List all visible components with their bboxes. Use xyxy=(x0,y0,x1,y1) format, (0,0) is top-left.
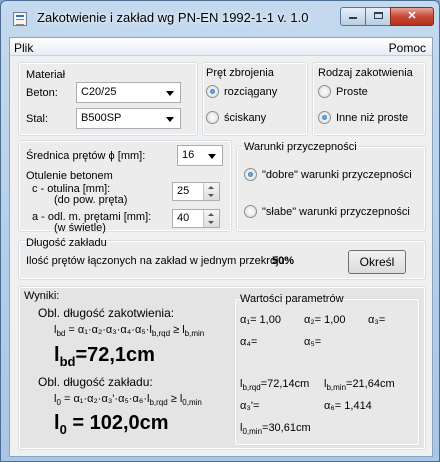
stal-label: Stal: xyxy=(26,113,49,125)
param-alpha2: α₂= 1,00 xyxy=(304,314,346,326)
minimize-button[interactable] xyxy=(340,7,366,26)
warunki-slabe-label[interactable]: "słabe" warunki przyczepności xyxy=(262,206,410,218)
param-alpha6: α₆= 1,414 xyxy=(324,400,372,412)
client-area: Plik Pomoc Materiał Beton: C20/25 Stal: … xyxy=(9,37,433,457)
material-title: Materiał xyxy=(26,69,66,81)
spin-up-icon xyxy=(208,213,214,216)
okresl-button[interactable]: Określ xyxy=(348,250,406,274)
otulenie-title: Otulenie betonem xyxy=(26,170,113,182)
maximize-icon xyxy=(373,12,383,19)
beton-select[interactable]: C20/25 xyxy=(76,82,181,103)
param-lbrqd: lb,rqd=72,14cm xyxy=(240,378,310,393)
warunki-dobre-radio[interactable] xyxy=(244,168,257,181)
zaklad-result: l0 = 102,0cm xyxy=(54,412,169,437)
pret-rozciagany-radio[interactable] xyxy=(206,85,219,98)
param-l0min: l0,min=30,61cm xyxy=(240,422,311,437)
zakotwienie-title: Obl. długość zakotwienia: xyxy=(38,306,175,320)
close-button[interactable]: ✕ xyxy=(390,7,434,26)
a-odleglosc-stepper[interactable] xyxy=(203,210,219,227)
rodzaj-proste-radio[interactable] xyxy=(318,85,331,98)
c-otulina-value: 25 xyxy=(177,185,190,197)
beton-label: Beton: xyxy=(26,87,58,99)
c-sublabel: (do pow. pręta) xyxy=(54,194,128,206)
warunki-group xyxy=(236,146,426,232)
srednica-select[interactable]: 16 xyxy=(177,145,223,166)
zaklad-result-value: = 102,0cm xyxy=(72,412,169,434)
srednica-label: Średnica prętów ϕ [mm]: xyxy=(26,150,146,162)
menu-plik[interactable]: Plik xyxy=(14,41,33,55)
zakotwienie-result: lbd=72,1cm xyxy=(54,344,155,369)
a-sublabel: (w świetle) xyxy=(54,222,106,234)
pret-sciskany-label[interactable]: ściskany xyxy=(224,112,266,124)
pret-rozciagany-label[interactable]: rozciągany xyxy=(224,86,277,98)
pret-sciskany-radio[interactable] xyxy=(206,111,219,124)
zakotwienie-result-value: =72,1cm xyxy=(75,344,155,366)
dlugosc-title: Długość zakładu xyxy=(26,237,107,249)
a-odleglosc-value: 40 xyxy=(177,212,190,224)
rodzaj-inne-radio[interactable] xyxy=(318,111,331,124)
c-otulina-stepper[interactable] xyxy=(203,183,219,200)
maximize-button[interactable] xyxy=(365,7,391,26)
app-icon[interactable] xyxy=(13,12,27,26)
window-title: Zakotwienie i zakład wg PN-EN 1992-1-1 v… xyxy=(37,10,309,25)
close-icon: ✕ xyxy=(407,10,417,22)
param-alpha5: α₅= xyxy=(304,336,322,348)
title-bar[interactable]: Zakotwienie i zakład wg PN-EN 1992-1-1 v… xyxy=(1,1,439,37)
c-otulina-spinner[interactable]: 25 xyxy=(172,182,220,201)
chevron-down-icon xyxy=(208,154,216,159)
param-alpha3: α₃= xyxy=(368,314,386,326)
dlugosc-text: Ilość prętów łączonych na zakład w jedny… xyxy=(26,255,288,267)
rodzaj-inne-label[interactable]: Inne niż proste xyxy=(336,112,408,124)
pret-title: Pręt zbrojenia xyxy=(206,67,274,79)
stal-value: B500SP xyxy=(81,112,122,124)
param-lbmin-value: =21,64cm xyxy=(346,378,395,390)
dlugosc-percent: 50% xyxy=(272,255,295,267)
spin-down-icon xyxy=(208,194,214,197)
zakotwienie-formula: lbd = α₁·α₂·α₃·α₄·α₅·lb,rqd ≥ lb,min xyxy=(54,324,205,339)
spin-up-icon xyxy=(208,186,214,189)
menu-pomoc[interactable]: Pomoc xyxy=(389,41,426,55)
zaklad-formula: l0 = α₁·α₂·α₃'·α₅·α₆·lb,rqd ≥ l0,min xyxy=(54,393,202,408)
wyniki-title: Wyniki: xyxy=(24,290,60,302)
warunki-slabe-radio[interactable] xyxy=(244,205,257,218)
spin-down-icon xyxy=(208,221,214,224)
param-lbrqd-value: =72,14cm xyxy=(260,378,310,390)
menu-bar: Plik Pomoc xyxy=(10,38,432,56)
param-lbmin: lb,min=21,64cm xyxy=(324,378,395,393)
param-alpha4: α₄= xyxy=(240,336,258,348)
srednica-value: 16 xyxy=(182,149,195,161)
minimize-icon xyxy=(349,17,357,19)
chevron-down-icon xyxy=(166,117,174,122)
param-alpha1: α₁= 1,00 xyxy=(240,314,281,326)
stal-select[interactable]: B500SP xyxy=(76,108,181,129)
param-l0min-value: =30,61cm xyxy=(262,422,311,434)
a-odleglosc-spinner[interactable]: 40 xyxy=(172,209,220,228)
app-window: Zakotwienie i zakład wg PN-EN 1992-1-1 v… xyxy=(0,0,440,462)
zakotwienie-formula-text: = α₁·α₂·α₃·α₄·α₅·l xyxy=(68,324,152,336)
beton-value: C20/25 xyxy=(81,86,117,98)
chevron-down-icon xyxy=(166,91,174,96)
warunki-title: Warunki przyczepności xyxy=(244,141,357,153)
rodzaj-title: Rodzaj zakotwienia xyxy=(318,67,413,79)
rodzaj-proste-label[interactable]: Proste xyxy=(336,86,368,98)
warunki-dobre-label[interactable]: "dobre" warunki przyczepności xyxy=(262,169,412,181)
parametry-title: Wartości parametrów xyxy=(240,293,344,305)
param-alpha3prim: α₃'= xyxy=(240,400,260,412)
zaklad-title: Obl. długość zakładu: xyxy=(38,375,153,389)
